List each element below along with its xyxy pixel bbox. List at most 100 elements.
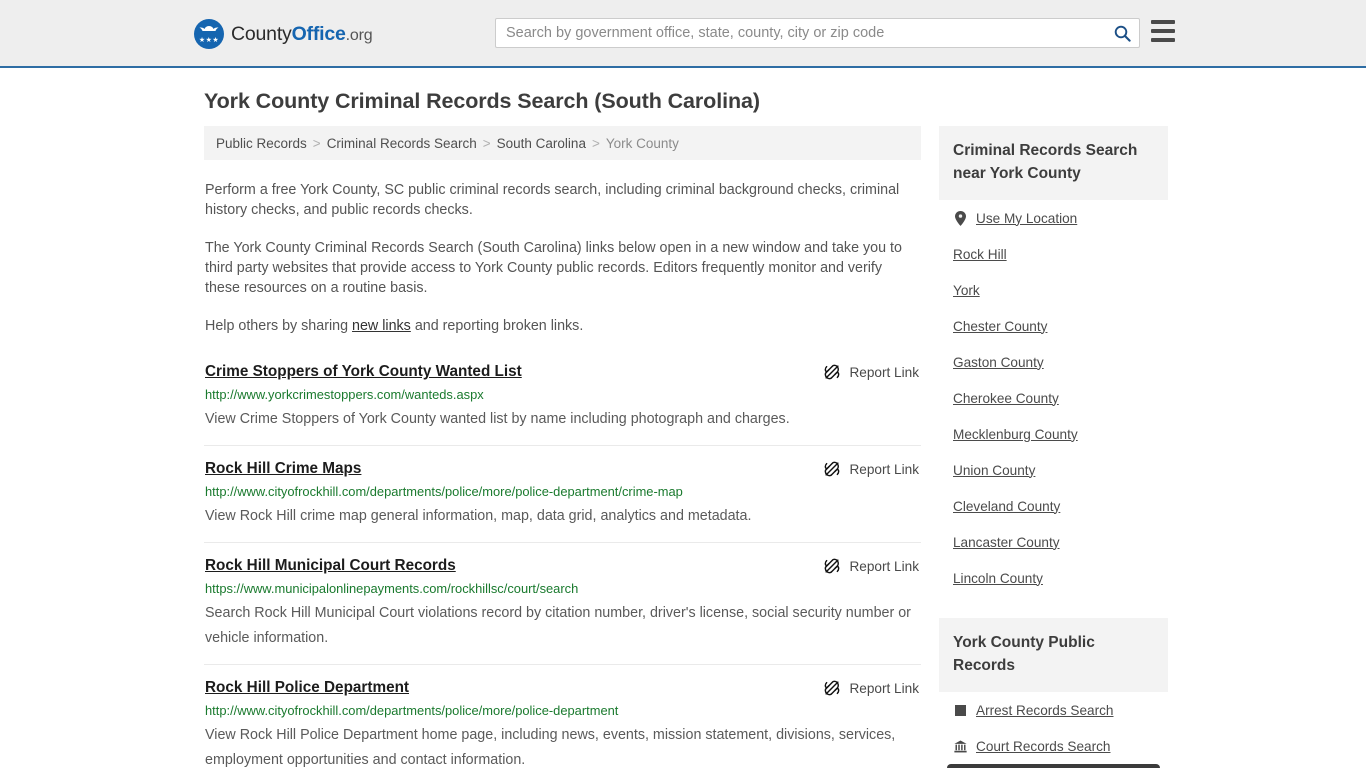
site-logo[interactable]: ★★★ CountyOffice.org [194, 19, 373, 49]
report-link-label: Report Link [849, 680, 919, 696]
intro-text: Perform a free York County, SC public cr… [204, 180, 921, 336]
report-link-button[interactable]: Report Link [824, 680, 920, 696]
map-pin-icon [953, 210, 967, 226]
broken-link-icon [825, 364, 840, 380]
intro-paragraph-1: Perform a free York County, SC public cr… [205, 182, 900, 218]
courthouse-icon [953, 740, 967, 752]
sidebar-item-label: Lincoln County [953, 570, 1043, 586]
result-header: Crime Stoppers of York County Wanted Lis… [205, 363, 920, 381]
sidebar-item-label: Arrest Records Search [976, 702, 1114, 718]
sidebar-item-lancaster-county[interactable]: Lancaster County [953, 524, 1154, 560]
result-url[interactable]: http://www.cityofrockhill.com/department… [205, 703, 920, 718]
sidebar-nearby-section: Criminal Records Search near York County… [939, 126, 1168, 596]
sidebar-item-chester-county[interactable]: Chester County [953, 308, 1154, 344]
result-header: Rock Hill Municipal Court Records Report … [205, 557, 920, 575]
result-title-link[interactable]: Crime Stoppers of York County Wanted Lis… [205, 363, 522, 381]
hamburger-bar-3 [1151, 38, 1175, 42]
breadcrumb-separator: > [482, 135, 491, 151]
breadcrumb-item-1[interactable]: Criminal Records Search [327, 136, 477, 151]
broken-link-icon [825, 461, 840, 477]
sidebar-item-arrest-records-search[interactable]: Arrest Records Search [953, 692, 1154, 728]
sidebar-item-gaston-county[interactable]: Gaston County [953, 344, 1154, 380]
report-link-button[interactable]: Report Link [824, 558, 920, 574]
sidebar-item-label: Lancaster County [953, 534, 1060, 550]
sidebar-item-label: Mecklenburg County [953, 426, 1078, 442]
result-item: Rock Hill Municipal Court Records Report … [204, 542, 921, 664]
sidebar-item-label: Cleveland County [953, 498, 1061, 514]
result-header: Rock Hill Crime Maps Report Link [205, 460, 920, 478]
breadcrumb-item-2[interactable]: South Carolina [497, 136, 586, 151]
sidebar-nearby-title: Criminal Records Search near York County [939, 126, 1168, 200]
sidebar-item-court-records-search[interactable]: Court Records Search [953, 728, 1154, 764]
result-title-link[interactable]: Rock Hill Crime Maps [205, 460, 361, 478]
site-header: ★★★ CountyOffice.org [0, 0, 1366, 68]
stars-glyph: ★★★ [198, 37, 220, 44]
sidebar-item-label: Cherokee County [953, 390, 1059, 406]
logo-text-part1: County [231, 22, 292, 45]
sidebar-public-records-list: Arrest Records Search Court Records Searc… [939, 692, 1168, 768]
breadcrumb-item-0[interactable]: Public Records [216, 136, 307, 151]
result-title-link[interactable]: Rock Hill Municipal Court Records [205, 557, 456, 575]
map-pin-icon [954, 210, 966, 226]
breadcrumb-separator: > [591, 135, 600, 151]
results-list: Crime Stoppers of York County Wanted Lis… [204, 358, 921, 768]
search-bar[interactable] [495, 18, 1140, 48]
sidebar-nearby-list: Use My Location Rock Hill York Chester Coun… [939, 200, 1168, 596]
result-description: View Rock Hill crime map general informa… [205, 508, 752, 524]
sidebar-item-label: Gaston County [953, 354, 1044, 370]
search-input[interactable] [496, 20, 1105, 46]
hamburger-menu-icon[interactable] [1151, 20, 1175, 42]
report-link-label: Report Link [849, 364, 919, 380]
sidebar-item-label: Union County [953, 462, 1036, 478]
result-description: View Rock Hill Police Department home pa… [205, 727, 896, 768]
search-button[interactable] [1105, 19, 1139, 47]
intro-p3-after: and reporting broken links. [410, 318, 584, 334]
eagle-seal-icon: ★★★ [194, 19, 224, 49]
fingerprint-square-icon [954, 704, 966, 716]
result-header: Rock Hill Police Department Report Link [205, 679, 920, 697]
sidebar-item-label: Rock Hill [953, 246, 1007, 262]
hamburger-bar-1 [1151, 20, 1175, 24]
report-link-button[interactable]: Report Link [824, 364, 920, 380]
logo-wordmark: CountyOffice.org [231, 22, 373, 46]
result-item: Crime Stoppers of York County Wanted Lis… [204, 358, 921, 445]
sidebar-item-label: York [953, 282, 980, 298]
sidebar-item-cleveland-county[interactable]: Cleveland County [953, 488, 1154, 524]
main-column: Public Records > Criminal Records Search… [204, 126, 921, 768]
report-link-button[interactable]: Report Link [824, 461, 920, 477]
result-description: Search Rock Hill Municipal Court violati… [205, 605, 911, 646]
sidebar-item-union-county[interactable]: Union County [953, 452, 1154, 488]
new-links-link[interactable]: new links [352, 318, 411, 334]
sidebar-public-records-title: York County Public Records [939, 618, 1168, 692]
sidebar-item-rock-hill[interactable]: Rock Hill [953, 236, 1154, 272]
sidebar-item-cherokee-county[interactable]: Cherokee County [953, 380, 1154, 416]
result-item: Rock Hill Police Department Report Link ht… [204, 664, 921, 768]
page-title: York County Criminal Records Search (Sou… [204, 89, 760, 113]
fingerprint-square-icon [953, 702, 967, 718]
breadcrumb-item-3: York County [605, 135, 679, 151]
sidebar: Criminal Records Search near York County… [939, 126, 1168, 768]
result-url[interactable]: https://www.municipalonlinepayments.com/… [205, 581, 920, 596]
report-link-label: Report Link [849, 558, 919, 574]
breadcrumb: Public Records > Criminal Records Search… [204, 126, 921, 160]
sidebar-item-lincoln-county[interactable]: Lincoln County [953, 560, 1154, 596]
sidebar-item-york[interactable]: York [953, 272, 1154, 308]
result-url[interactable]: http://www.cityofrockhill.com/department… [205, 484, 920, 499]
search-icon [1114, 25, 1131, 42]
hamburger-bar-2 [1151, 29, 1175, 33]
sidebar-item-use-my-location[interactable]: Use My Location [953, 200, 1154, 236]
sidebar-item-criminal-records-search[interactable]: !Criminal Records Search [947, 764, 1160, 768]
intro-paragraph-3: Help others by sharing new links and rep… [205, 316, 920, 336]
sidebar-item-mecklenburg-county[interactable]: Mecklenburg County [953, 416, 1154, 452]
report-link-label: Report Link [849, 461, 919, 477]
logo-text-part3: .org [345, 26, 373, 44]
breadcrumb-separator: > [312, 135, 321, 151]
sidebar-public-records-section: York County Public Records Arrest Record… [939, 618, 1168, 768]
logo-text-part2: Office [291, 22, 346, 45]
result-url[interactable]: http://www.yorkcrimestoppers.com/wanteds… [205, 387, 920, 402]
sidebar-item-label: Use My Location [976, 210, 1078, 226]
broken-link-icon [825, 558, 840, 574]
result-title-link[interactable]: Rock Hill Police Department [205, 679, 409, 697]
sidebar-item-label: Chester County [953, 318, 1048, 334]
courthouse-icon [953, 738, 967, 754]
